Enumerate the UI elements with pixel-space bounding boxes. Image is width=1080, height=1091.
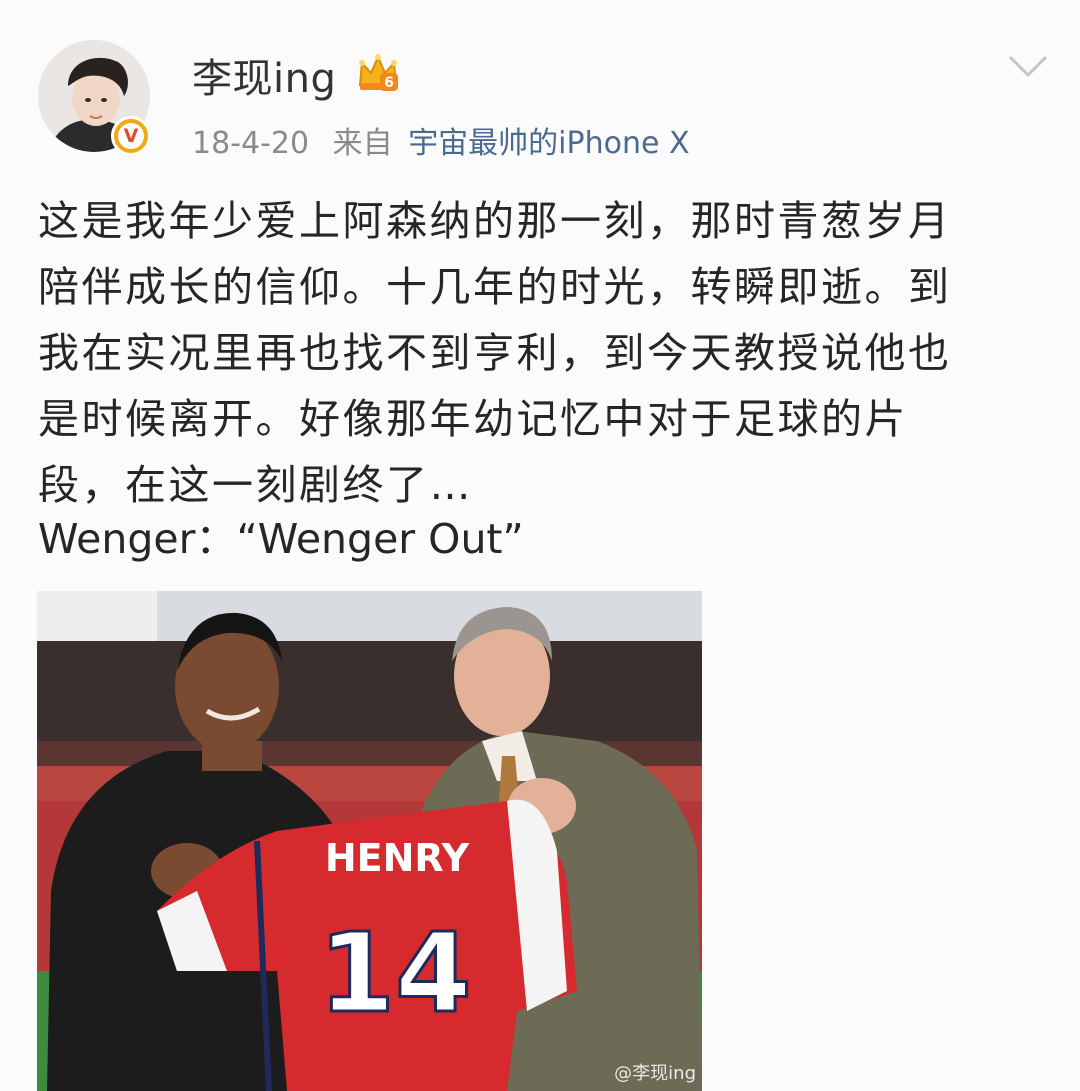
post-text: 这是我年少爱上阿森纳的那一刻，那时青葱岁月 陪伴成长的信仰。十几年的时光，转瞬即… <box>38 188 1048 518</box>
chevron-down-icon[interactable] <box>1008 54 1048 80</box>
crown-icon[interactable]: 6 <box>356 51 400 95</box>
post-time: 18-4-20 <box>192 126 310 161</box>
post-meta: 18-4-20 来自 宇宙最帅的iPhone X <box>192 118 690 162</box>
jersey-number: 14 <box>318 909 471 1037</box>
post-text-line: 我在实况里再也找不到亨利，到今天教授说他也 <box>38 329 952 377</box>
post-quote-line: Wenger：“Wenger Out” <box>38 515 524 563</box>
username[interactable]: 李现ing <box>192 46 336 104</box>
source-device-link[interactable]: 宇宙最帅的iPhone X <box>408 126 689 161</box>
badge-level: 6 <box>384 75 394 91</box>
post-photo[interactable]: HENRY 14 @李现ing <box>37 591 702 1091</box>
photo-illustration: HENRY 14 <box>37 591 702 1091</box>
post-text-line: 是时候离开。好像那年幼记忆中对于足球的片 <box>38 395 908 443</box>
jersey-name: HENRY <box>325 836 470 880</box>
weibo-post: V 李现ing 6 18-4-20 来自 宇宙最帅的iPhone X 这是我年少… <box>0 0 1080 1091</box>
verified-v-badge-icon: V <box>111 116 151 156</box>
source-label: 来自 <box>332 126 393 161</box>
post-text-line: 陪伴成长的信仰。十几年的时光，转瞬即逝。到 <box>38 263 952 311</box>
post-text-line: 这是我年少爱上阿森纳的那一刻，那时青葱岁月 <box>38 197 952 245</box>
weibo-watermark: @李现ing <box>614 1063 696 1084</box>
